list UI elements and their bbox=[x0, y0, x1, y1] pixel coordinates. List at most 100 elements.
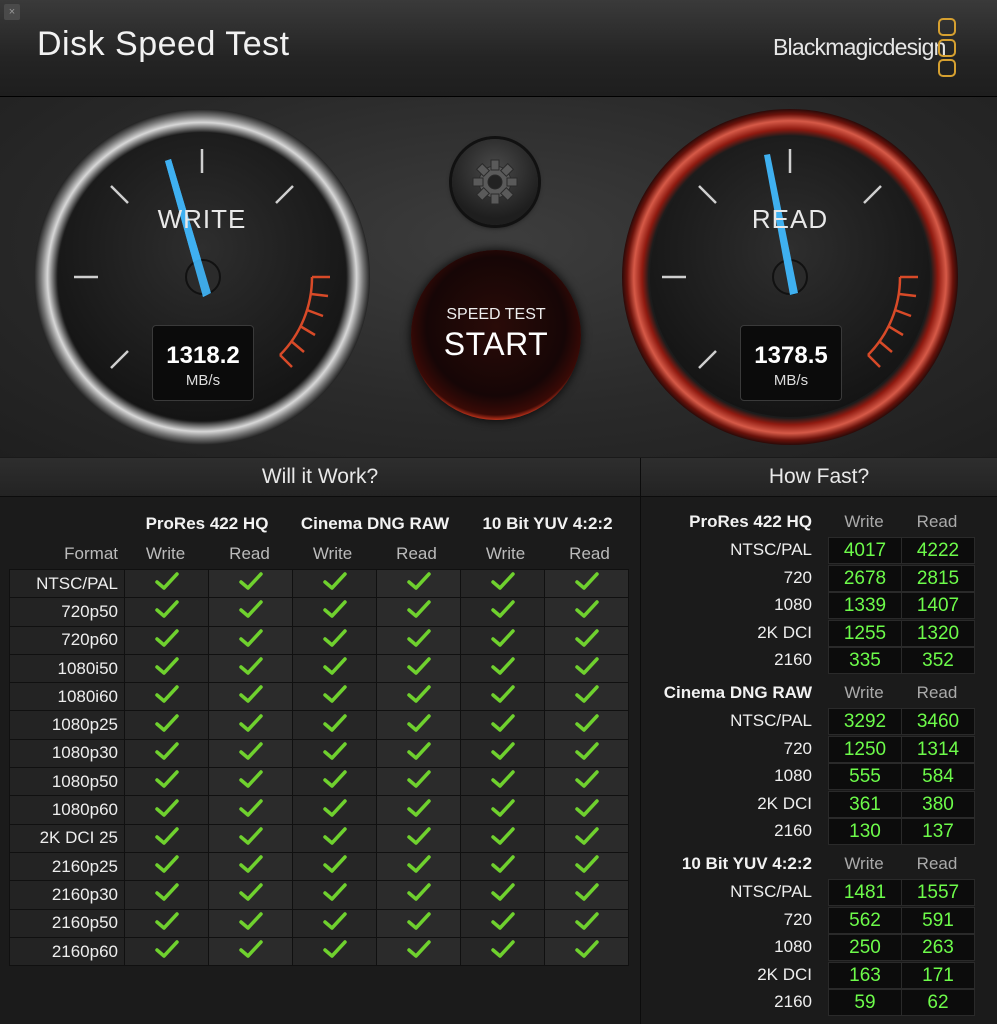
how-fast-format-label: 2160 bbox=[774, 650, 812, 670]
support-cell bbox=[292, 597, 377, 627]
check-icon bbox=[574, 827, 600, 850]
check-icon bbox=[238, 572, 264, 595]
support-cell bbox=[208, 880, 293, 910]
check-icon bbox=[154, 827, 180, 850]
read-fps-value: 2815 bbox=[901, 564, 975, 592]
check-icon bbox=[322, 827, 348, 850]
support-cell bbox=[460, 653, 545, 684]
read-fps-value: 1314 bbox=[901, 735, 975, 763]
support-cell bbox=[460, 568, 545, 599]
check-icon bbox=[238, 798, 264, 822]
brand-logo-text: Blackmagicdesign bbox=[773, 34, 946, 60]
support-cell bbox=[292, 653, 377, 684]
table-row: 1080p25 bbox=[9, 710, 629, 740]
how-fast-row: 2K DCI 163 171 bbox=[641, 961, 997, 989]
support-cell bbox=[124, 682, 209, 712]
check-icon bbox=[238, 628, 264, 652]
check-icon bbox=[574, 770, 600, 793]
support-cell bbox=[460, 710, 545, 740]
how-fast-row: 720 562 591 bbox=[641, 906, 997, 934]
codec-header-cinema-dng: Cinema DNG RAW bbox=[300, 514, 450, 533]
check-icon bbox=[322, 883, 348, 906]
read-fps-value: 380 bbox=[901, 790, 975, 818]
format-label: 2K DCI 25 bbox=[9, 823, 125, 853]
read-speed-value: 1378.5 bbox=[754, 342, 828, 369]
check-icon bbox=[574, 940, 600, 963]
table-row: 2160p60 bbox=[9, 936, 629, 967]
support-cell bbox=[124, 597, 209, 627]
check-icon bbox=[238, 770, 264, 793]
write-fps-value: 1481 bbox=[828, 879, 902, 906]
check-icon bbox=[574, 685, 600, 708]
support-cell bbox=[376, 908, 461, 938]
check-icon bbox=[490, 770, 516, 793]
settings-button[interactable] bbox=[452, 139, 538, 225]
format-label: 2160p60 bbox=[9, 936, 125, 967]
check-icon bbox=[154, 572, 180, 595]
read-fps-value: 1407 bbox=[901, 592, 975, 620]
check-icon bbox=[322, 770, 348, 793]
how-fast-format-label: 720 bbox=[783, 909, 812, 929]
how-fast-row: 2K DCI 361 380 bbox=[641, 790, 997, 818]
read-speed-unit: MB/s bbox=[773, 372, 809, 389]
how-fast-codec-title: 10 Bit YUV 4:2:2 bbox=[681, 854, 812, 873]
support-cell bbox=[208, 597, 293, 627]
check-icon bbox=[154, 657, 180, 680]
check-icon bbox=[322, 685, 348, 708]
how-fast-row: NTSC/PAL 3292 3460 bbox=[641, 707, 997, 735]
check-icon bbox=[322, 713, 348, 737]
support-cell bbox=[292, 936, 377, 967]
write-fps-value: 4017 bbox=[828, 537, 902, 564]
format-label: 1080i60 bbox=[9, 682, 125, 712]
check-icon bbox=[322, 657, 348, 680]
support-cell bbox=[124, 880, 209, 910]
format-label: NTSC/PAL bbox=[9, 568, 125, 599]
how-fast-row: 1080 1339 1407 bbox=[641, 591, 997, 620]
support-cell bbox=[208, 568, 293, 599]
check-icon bbox=[322, 742, 348, 765]
how-fast-title: How Fast? bbox=[641, 458, 997, 497]
support-cell bbox=[376, 653, 461, 684]
support-cell bbox=[124, 568, 209, 599]
check-icon bbox=[154, 940, 180, 963]
support-cell bbox=[208, 851, 293, 882]
check-icon bbox=[490, 742, 516, 765]
check-icon bbox=[406, 940, 432, 963]
will-it-work-title: Will it Work? bbox=[0, 458, 640, 497]
close-button[interactable]: × bbox=[4, 4, 20, 20]
how-fast-row: 1080 250 263 bbox=[641, 933, 997, 962]
prores-read-header: Read bbox=[229, 544, 270, 563]
check-icon bbox=[406, 911, 432, 935]
check-icon bbox=[238, 855, 264, 878]
support-cell bbox=[208, 710, 293, 740]
check-icon bbox=[322, 855, 348, 878]
support-cell bbox=[376, 710, 461, 740]
support-cell bbox=[544, 880, 629, 910]
gear-icon bbox=[472, 159, 518, 205]
how-fast-format-label: NTSC/PAL bbox=[730, 711, 812, 730]
check-icon bbox=[238, 657, 264, 680]
support-cell bbox=[376, 738, 461, 769]
how-fast-row: 2160 130 137 bbox=[641, 817, 997, 846]
format-label: 1080p50 bbox=[9, 767, 125, 797]
support-cell bbox=[376, 795, 461, 825]
check-icon bbox=[154, 770, 180, 793]
check-icon bbox=[574, 600, 600, 623]
support-cell bbox=[544, 823, 629, 853]
format-label: 2160p25 bbox=[9, 851, 125, 882]
how-fast-format-label: 2160 bbox=[774, 821, 812, 841]
check-icon bbox=[322, 940, 348, 963]
check-icon bbox=[238, 827, 264, 850]
write-fps-value: 163 bbox=[828, 961, 902, 989]
yuv-write-header: Write bbox=[485, 544, 526, 563]
read-fps-value: 352 bbox=[901, 647, 975, 675]
write-fps-value: 562 bbox=[828, 906, 902, 934]
check-icon bbox=[322, 572, 348, 595]
support-cell bbox=[124, 908, 209, 938]
table-row: 720p60 bbox=[9, 625, 629, 655]
how-fast-write-header: Write bbox=[844, 512, 884, 531]
start-button[interactable]: SPEED TEST START bbox=[411, 250, 581, 420]
check-icon bbox=[490, 827, 516, 850]
dng-write-header: Write bbox=[312, 544, 353, 563]
support-cell bbox=[292, 851, 377, 882]
